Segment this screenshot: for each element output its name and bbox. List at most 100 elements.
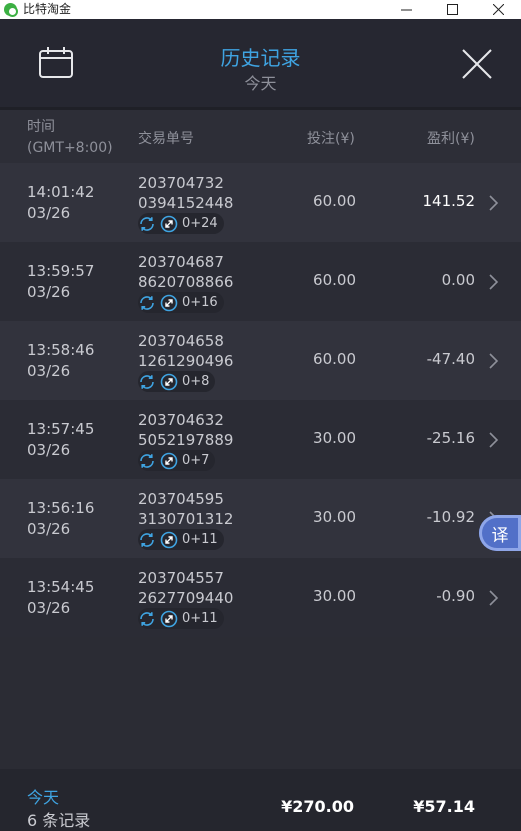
table-header: 时间 (GMT+8:00) 交易单号 投注(¥) 盈利(¥) [0, 110, 521, 163]
row-time: 13:54:45 03/26 [27, 577, 94, 619]
table-row[interactable]: 13:54:45 03/26 203704557 2627709440 0+11… [0, 558, 521, 637]
row-order-line1: 203704595 [138, 490, 224, 508]
window-close-button[interactable] [475, 0, 521, 19]
row-tags: 0+7 [138, 450, 216, 471]
row-time: 13:57:45 03/26 [27, 419, 94, 461]
column-bet: 投注(¥) [307, 131, 355, 147]
expand-icon [160, 531, 178, 548]
chevron-right-icon[interactable] [488, 352, 500, 370]
page-header: 历史记录 今天 [0, 19, 521, 107]
refresh-icon [140, 374, 154, 389]
row-order: 203704557 2627709440 [138, 568, 233, 608]
table-row[interactable]: 13:57:45 03/26 203704632 5052197889 0+7 … [0, 400, 521, 479]
row-profit: -47.40 [426, 350, 475, 368]
row-tag-value: 0+24 [182, 216, 218, 231]
row-tag-value: 0+8 [182, 374, 210, 389]
chevron-right-icon[interactable] [488, 273, 500, 291]
translate-button[interactable]: 译 [479, 515, 521, 551]
table-row[interactable]: 13:58:46 03/26 203704658 1261290496 0+8 … [0, 321, 521, 400]
row-order-line1: 203704658 [138, 332, 224, 350]
row-bet: 60.00 [313, 192, 356, 210]
row-profit: -25.16 [426, 429, 475, 447]
row-profit: 0.00 [441, 271, 475, 289]
row-date-value: 03/26 [27, 599, 71, 617]
chevron-right-icon[interactable] [488, 431, 500, 449]
table-row[interactable]: 13:56:16 03/26 203704595 3130701312 0+11… [0, 479, 521, 558]
row-profit: -10.92 [426, 508, 475, 526]
row-bet: 30.00 [313, 429, 356, 447]
row-bet: 30.00 [313, 587, 356, 605]
row-tags: 0+8 [138, 371, 216, 392]
chevron-right-icon[interactable] [488, 589, 500, 607]
refresh-icon [140, 295, 154, 310]
row-tag-value: 0+7 [182, 453, 210, 468]
row-date-value: 03/26 [27, 283, 71, 301]
column-time-label: 时间 [27, 119, 55, 135]
row-time: 13:59:57 03/26 [27, 261, 94, 303]
expand-icon [160, 610, 178, 627]
record-list: 14:01:42 03/26 203704732 0394152448 0+24… [0, 163, 521, 637]
summary-footer: 今天 6 条记录 ¥270.00 ¥57.14 [0, 769, 521, 831]
window-close-icon [492, 4, 504, 15]
row-profit: 141.52 [422, 192, 476, 210]
table-row[interactable]: 14:01:42 03/26 203704732 0394152448 0+24… [0, 163, 521, 242]
row-order-line1: 203704557 [138, 569, 224, 587]
row-order-line1: 203704687 [138, 253, 224, 271]
chevron-right-icon[interactable] [488, 194, 500, 212]
row-date-value: 03/26 [27, 362, 71, 380]
expand-icon [160, 215, 178, 232]
row-time-value: 13:57:45 [27, 420, 95, 438]
row-bet: 60.00 [313, 271, 356, 289]
row-order-line2: 8620708866 [138, 273, 234, 291]
row-time-value: 13:56:16 [27, 499, 95, 517]
row-bet: 60.00 [313, 350, 356, 368]
footer-record-count: 6 条记录 [27, 811, 91, 830]
page-subtitle: 今天 [244, 74, 277, 93]
row-tags: 0+11 [138, 529, 224, 550]
minimize-button[interactable] [383, 0, 429, 19]
row-order: 203704595 3130701312 [138, 489, 233, 529]
column-time: 时间 (GMT+8:00) [27, 117, 113, 159]
column-profit: 盈利(¥) [427, 131, 475, 147]
row-tags: 0+16 [138, 292, 224, 313]
row-order: 203704687 8620708866 [138, 252, 233, 292]
row-date-value: 03/26 [27, 441, 71, 459]
row-order-line1: 203704632 [138, 411, 224, 429]
footer-total-profit: ¥57.14 [413, 797, 475, 816]
expand-icon [160, 452, 178, 469]
row-profit: -0.90 [436, 587, 475, 605]
row-order: 203704658 1261290496 [138, 331, 233, 371]
expand-icon [160, 373, 178, 390]
refresh-icon [140, 216, 154, 231]
row-order-line2: 0394152448 [138, 194, 234, 212]
row-bet: 30.00 [313, 508, 356, 526]
column-order: 交易单号 [138, 131, 194, 147]
minimize-icon [400, 9, 412, 11]
expand-icon [160, 294, 178, 311]
row-time: 14:01:42 03/26 [27, 182, 94, 224]
row-date-value: 03/26 [27, 520, 71, 538]
refresh-icon [140, 611, 154, 626]
row-time: 13:58:46 03/26 [27, 340, 94, 382]
window-title: 比特淘金 [23, 2, 72, 16]
row-time: 13:56:16 03/26 [27, 498, 94, 540]
refresh-icon [140, 453, 154, 468]
row-order-line1: 203704732 [138, 174, 224, 192]
row-time-value: 13:54:45 [27, 578, 95, 596]
refresh-icon [140, 532, 154, 547]
window-controls [383, 0, 521, 19]
row-time-value: 13:58:46 [27, 341, 95, 359]
close-icon[interactable] [459, 46, 495, 82]
page-title: 历史记录 [220, 46, 301, 70]
row-order-line2: 3130701312 [138, 510, 234, 528]
maximize-button[interactable] [429, 0, 475, 19]
row-order-line2: 5052197889 [138, 431, 234, 449]
row-tags: 0+24 [138, 213, 224, 234]
row-time-value: 14:01:42 [27, 183, 95, 201]
row-order-line2: 1261290496 [138, 352, 234, 370]
maximize-icon [446, 4, 458, 15]
row-tag-value: 0+11 [182, 611, 218, 626]
table-row[interactable]: 13:59:57 03/26 203704687 8620708866 0+16… [0, 242, 521, 321]
window-titlebar: 比特淘金 [0, 0, 521, 19]
row-date-value: 03/26 [27, 204, 71, 222]
